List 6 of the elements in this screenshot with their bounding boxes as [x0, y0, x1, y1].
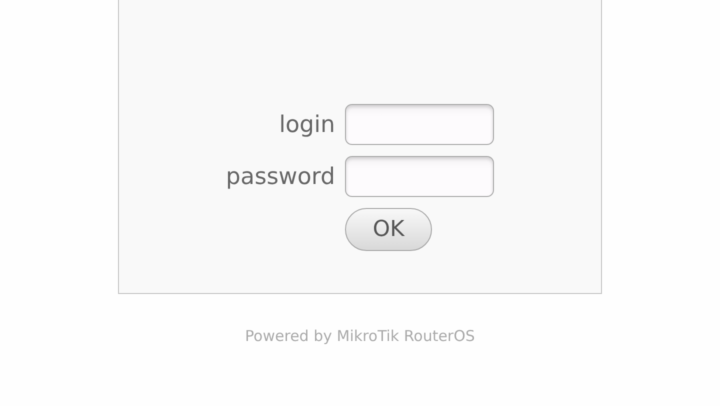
ok-button[interactable]: OK	[345, 208, 432, 251]
input-field[interactable]	[345, 156, 494, 197]
input-field[interactable]	[345, 104, 494, 145]
field-label: password	[226, 164, 336, 190]
footer-text: Powered by MikroTik RouterOS	[245, 327, 475, 345]
field-label: login	[278, 112, 336, 138]
